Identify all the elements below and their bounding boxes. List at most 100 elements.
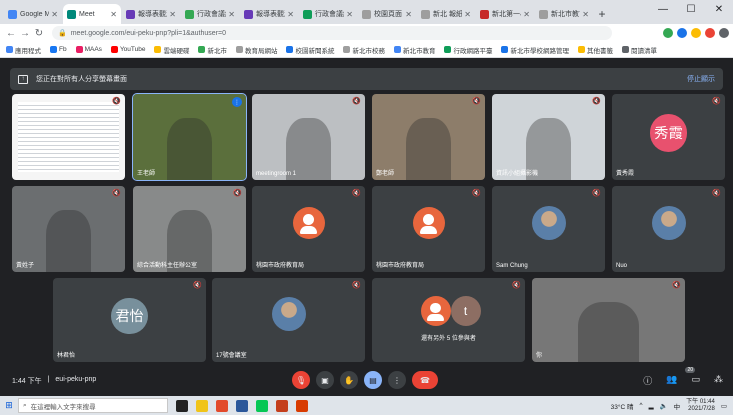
participant-tile[interactable]: 🔇 綜合活動科主任辦公室 (133, 186, 246, 272)
participant-tile[interactable]: 🔇 鄭老師 (372, 94, 485, 180)
browser-tab[interactable]: Google Me✕ (4, 4, 62, 24)
bookmark-icon (110, 46, 118, 53)
participant-tile[interactable]: 🔇 meetingroom 1 (252, 94, 365, 180)
participant-tile[interactable]: 🔇 桃園市政府教育局 (252, 186, 365, 272)
bookmark-label: 校園新聞系統 (295, 47, 335, 55)
profile-avatar[interactable] (719, 28, 729, 38)
bookmark-item[interactable]: 新北市教育 (393, 45, 435, 55)
forward-icon[interactable]: → (18, 28, 32, 39)
extension-icon[interactable] (705, 28, 715, 38)
line-icon[interactable] (256, 399, 268, 412)
more-options-button[interactable]: ⋮ (388, 371, 406, 389)
bookmark-item[interactable]: 其他書籤 (577, 45, 613, 55)
info-icon[interactable]: ⓘ (643, 374, 652, 387)
meet-main: ↑ 您正在對所有人分享螢幕畫面 停止顯示 🔇 ⋮ 王老師 🔇 meetingroom 1… (0, 58, 733, 396)
back-icon[interactable]: ← (4, 28, 18, 39)
word-icon[interactable] (236, 399, 248, 412)
browser-tab[interactable]: 行政會議紀✕ (181, 4, 239, 24)
camera-button[interactable]: ▣ (316, 371, 334, 389)
extension-icon[interactable] (677, 28, 687, 38)
bookmark-item[interactable]: 新北市學校網路管理 (501, 45, 569, 55)
browser-tab[interactable]: 報導表觀測✕ (122, 4, 180, 24)
close-tab-icon[interactable]: ✕ (228, 10, 235, 19)
notifications-icon[interactable]: ▭ (721, 402, 727, 410)
file-explorer-icon[interactable] (196, 399, 208, 412)
chrome-icon[interactable] (216, 399, 228, 412)
new-tab-button[interactable]: + (594, 4, 610, 24)
browser-tab[interactable]: Meet ✕ (63, 4, 121, 24)
app-icon[interactable] (296, 399, 308, 412)
close-tab-icon[interactable]: ✕ (405, 10, 412, 19)
tab-favicon-icon (303, 9, 312, 19)
taskbar-clock[interactable]: 下午 01:44 2021/7/28 (686, 399, 715, 413)
participant-tile[interactable]: 秀霞 🔇 黃秀霞 (612, 94, 725, 180)
bookmark-icon (621, 46, 629, 53)
video-feed (45, 210, 92, 272)
bookmark-item[interactable]: 新北市校務 (343, 45, 385, 55)
tab-favicon-icon (126, 9, 135, 19)
browser-tab[interactable]: 新北第一小✕ (476, 4, 534, 24)
participant-tile[interactable]: 🔇 Sam Chung (492, 186, 605, 272)
browser-tab[interactable]: 行政會議紀✕ (299, 4, 357, 24)
mic-off-button[interactable]: 🎙 (292, 371, 310, 389)
close-tab-icon[interactable]: ✕ (523, 10, 530, 19)
bookmark-item[interactable]: 閱讀清單 (621, 45, 657, 55)
close-tab-icon[interactable]: ✕ (582, 10, 589, 19)
browser-tab[interactable]: 報導表觀測✕ (240, 4, 298, 24)
network-icon[interactable]: ▂ (649, 402, 654, 410)
volume-icon[interactable]: 🔈 (660, 402, 668, 410)
input-language[interactable]: 中 (674, 401, 681, 411)
participant-tile[interactable]: t 🔇 還有另外 5 位參與者 (372, 278, 525, 362)
browser-tab[interactable]: 校園頁面 ✕ (358, 4, 416, 24)
close-tab-icon[interactable]: ✕ (169, 10, 176, 19)
participant-name: 17號會議室 (216, 353, 247, 359)
participant-tile[interactable]: 🔇 (12, 94, 125, 180)
close-tab-icon[interactable]: ✕ (287, 10, 294, 19)
participant-tile[interactable]: 君怡 🔇 林君怡 (53, 278, 206, 362)
taskbar-search-input[interactable]: ⌕ 在這裡輸入文字來搜尋 (18, 398, 168, 413)
leave-call-button[interactable]: ☎ (412, 371, 438, 389)
tray-chevron-icon[interactable]: ^ (640, 402, 643, 409)
bookmark-item[interactable]: YouTube (110, 46, 145, 53)
bookmark-item[interactable]: 校園新聞系統 (286, 45, 334, 55)
close-tab-icon[interactable]: ✕ (464, 10, 471, 19)
people-icon[interactable]: 👥 (666, 374, 677, 387)
windows-start-icon[interactable]: ⊞ (0, 396, 18, 415)
browser-tab[interactable]: 新北 報紙 ✕ (417, 4, 475, 24)
powerpoint-icon[interactable] (276, 399, 288, 412)
activities-icon[interactable]: ⁂ (714, 374, 723, 387)
participant-tile[interactable]: 🔇 桃園市政府教育局 (372, 186, 485, 272)
raise-hand-button[interactable]: ✋ (340, 371, 358, 389)
extension-icon[interactable] (691, 28, 701, 38)
close-tab-icon[interactable]: ✕ (110, 10, 117, 19)
participant-tile[interactable]: 🔇 Nuo (612, 186, 725, 272)
close-window-button[interactable]: ✕ (705, 0, 733, 18)
participant-tile[interactable]: 🔇 資訊小組攝影機 (492, 94, 605, 180)
stop-presenting-button[interactable]: 停止顯示 (687, 74, 715, 84)
bookmark-item[interactable]: 應用程式 (6, 45, 41, 55)
meeting-details: 1:44 下午 | eui-peku-pnp (12, 376, 96, 386)
bookmark-item[interactable]: 教育局網站 (235, 45, 277, 55)
participant-tile[interactable]: 🔇 17號會議室 (212, 278, 365, 362)
bookmark-item[interactable]: 新北市 (198, 45, 227, 55)
profile-photo (271, 297, 306, 331)
present-button[interactable]: ▤ (364, 371, 382, 389)
participant-tile[interactable]: ⋮ 王老師 (132, 93, 247, 181)
participant-tile[interactable]: 🔇 你 (532, 278, 685, 362)
extension-icon[interactable] (663, 28, 673, 38)
chat-icon[interactable]: ▭ (691, 374, 700, 387)
reload-icon[interactable]: ↻ (32, 28, 46, 39)
bookmark-item[interactable]: MAAs (75, 46, 102, 53)
participant-tile[interactable]: 🔇 黃姓子 (12, 186, 125, 272)
close-tab-icon[interactable]: ✕ (51, 10, 58, 19)
address-bar[interactable]: 🔒 meet.google.com/eui-peku-pnp?pli=1&aut… (52, 26, 612, 40)
task-view-icon[interactable] (176, 399, 188, 412)
minimize-button[interactable]: — (649, 0, 677, 18)
close-tab-icon[interactable]: ✕ (346, 10, 353, 19)
maximize-button[interactable]: ☐ (677, 0, 705, 18)
tab-favicon-icon (244, 9, 253, 19)
browser-tab[interactable]: 新北市教育✕ (535, 4, 593, 24)
bookmark-item[interactable]: Fb (50, 46, 67, 53)
bookmark-item[interactable]: 行政網路平臺 (444, 45, 492, 55)
bookmark-item[interactable]: 雲端硬碟 (154, 45, 189, 55)
